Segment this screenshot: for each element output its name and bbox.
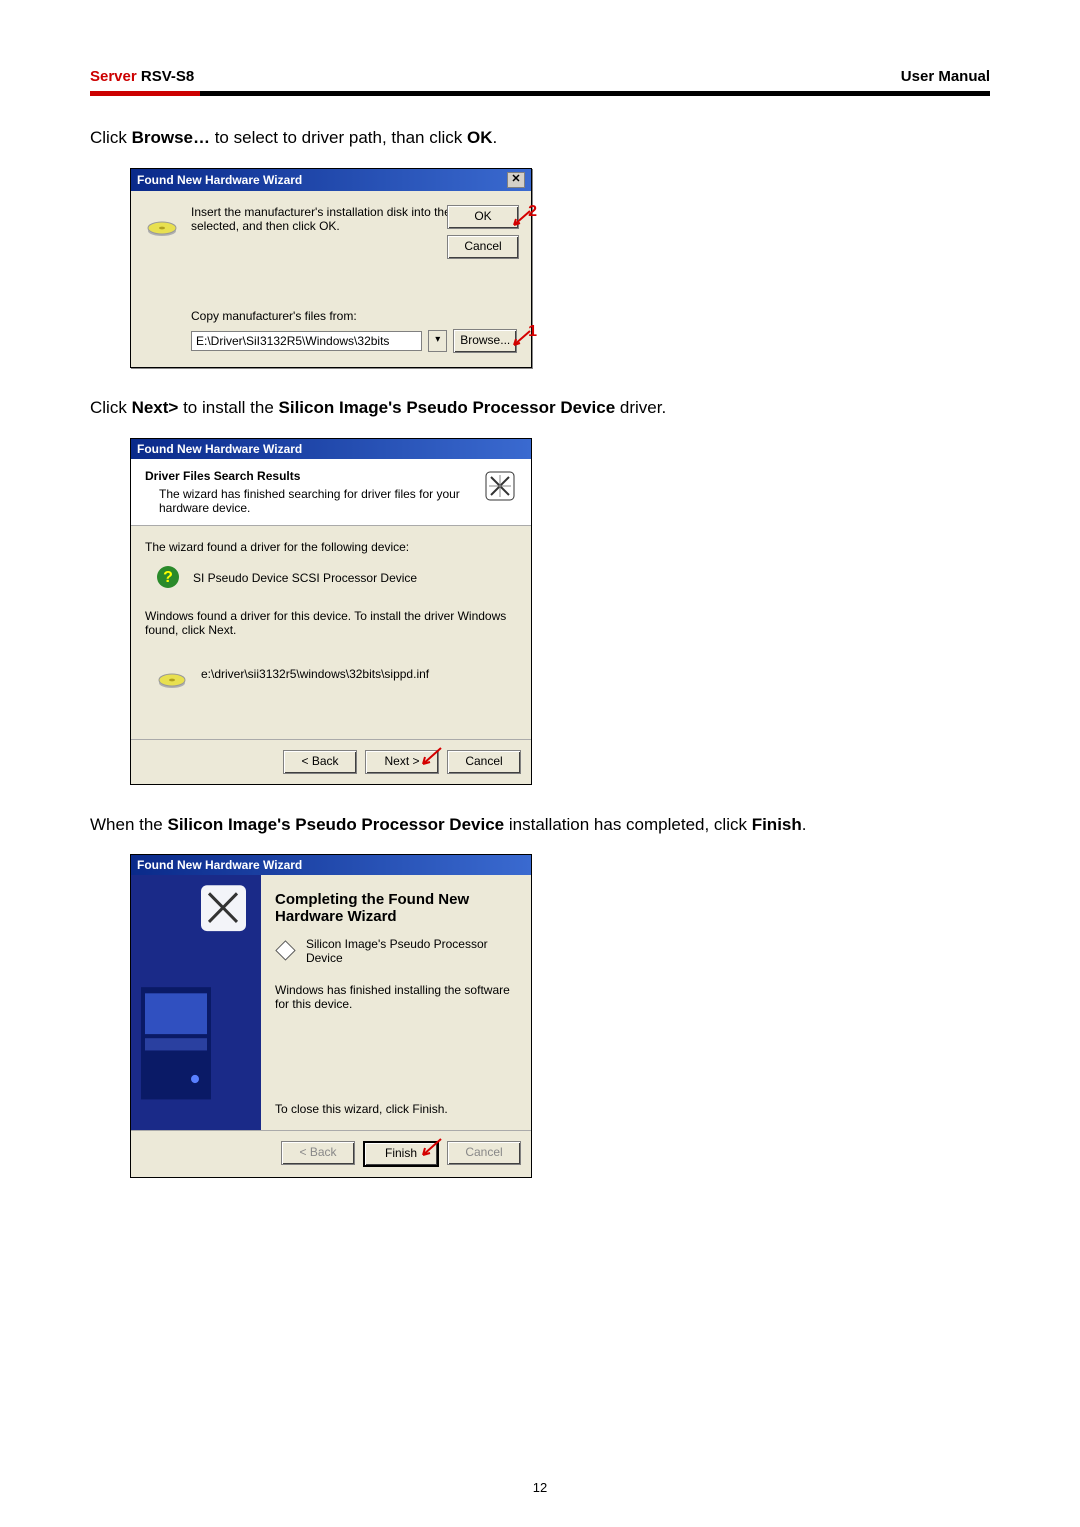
dialog3-content: Completing the Found New Hardware Wizard… <box>261 875 531 1130</box>
instr1-b2: OK <box>467 128 493 147</box>
header-left: Server RSV-S8 <box>90 68 194 85</box>
manual-page: Server RSV-S8 User Manual Click Browse… … <box>0 0 1080 1527</box>
instr2-b2: Silicon Image's Pseudo Processor Device <box>279 398 616 417</box>
dialog1-titlebar: Found New Hardware Wizard ✕ <box>131 169 531 191</box>
device-question-icon: ? <box>155 564 181 593</box>
browse-button[interactable]: Browse... <box>453 329 517 353</box>
dialog2-title: Found New Hardware Wizard <box>137 442 302 456</box>
dropdown-button[interactable]: ▾ <box>428 330 447 352</box>
instr3-b2: Finish <box>752 815 802 834</box>
results-subtitle: The wizard has finished searching for dr… <box>159 487 483 515</box>
page-number: 12 <box>0 1480 1080 1495</box>
back-button[interactable]: < Back <box>283 750 357 774</box>
device-name: SI Pseudo Device SCSI Processor Device <box>193 571 417 585</box>
instr1-post: . <box>493 128 498 147</box>
header-right: User Manual <box>901 68 990 85</box>
cancel-button[interactable]: Cancel <box>447 750 521 774</box>
wizard-icon <box>483 469 517 503</box>
instr2-post: driver. <box>615 398 666 417</box>
dialog2-subheader: Driver Files Search Results The wizard h… <box>131 459 531 526</box>
dialog1-body: Insert the manufacturer's installation d… <box>131 191 531 367</box>
found-label: The wizard found a driver for the follow… <box>145 540 517 554</box>
close-instruction: To close this wizard, click Finish. <box>275 1102 448 1116</box>
dialog-completing-wizard: Found New Hardware Wizard Completing the… <box>130 854 532 1178</box>
next-button[interactable]: Next > <box>365 750 439 774</box>
ok-button[interactable]: OK <box>447 205 519 229</box>
instr1-b1: Browse… <box>132 128 210 147</box>
found-driver-msg: Windows found a driver for this device. … <box>145 609 517 637</box>
dialog-driver-results: Found New Hardware Wizard Driver Files S… <box>130 438 532 785</box>
dialog3-title: Found New Hardware Wizard <box>137 858 302 872</box>
instruction-2: Click Next> to install the Silicon Image… <box>90 396 990 420</box>
dialog-insert-disk: Found New Hardware Wizard ✕ Insert the m… <box>130 168 532 368</box>
dialog1-title: Found New Hardware Wizard <box>137 173 302 187</box>
done-msg: Windows has finished installing the soft… <box>275 983 517 1011</box>
instr2-b1: Next> <box>132 398 179 417</box>
disc-icon <box>155 657 189 691</box>
instr2-mid: to install the <box>178 398 278 417</box>
instruction-3: When the Silicon Image's Pseudo Processo… <box>90 813 990 837</box>
dialog2-content: The wizard found a driver for the follow… <box>131 526 531 739</box>
instr1-pre: Click <box>90 128 132 147</box>
inf-path: e:\driver\sii3132r5\windows\32bits\sippd… <box>201 667 429 681</box>
wizard-sidebar-art <box>131 875 261 1130</box>
instr3-mid: installation has completed, click <box>504 815 752 834</box>
copy-from-label: Copy manufacturer's files from: <box>191 309 517 323</box>
path-input[interactable] <box>191 331 422 351</box>
instr1-mid: to select to driver path, than click <box>210 128 467 147</box>
callout-2: 2 <box>528 203 537 221</box>
brand-prefix: Server <box>90 68 137 85</box>
brand-model: RSV-S8 <box>137 68 195 85</box>
header-rule <box>90 91 990 96</box>
device-name: Silicon Image's Pseudo Processor Device <box>306 937 517 965</box>
device-diamond-icon <box>275 940 296 962</box>
callout-1: 1 <box>528 323 537 341</box>
close-icon[interactable]: ✕ <box>507 172 525 188</box>
finish-button[interactable]: Finish <box>363 1141 439 1167</box>
results-title: Driver Files Search Results <box>145 469 483 483</box>
dialog2-buttons: < Back Next > Cancel <box>131 739 531 784</box>
cancel-button[interactable]: Cancel <box>447 235 519 259</box>
instr3-post: . <box>802 815 807 834</box>
dialog3-titlebar: Found New Hardware Wizard <box>131 855 531 875</box>
instr3-b1: Silicon Image's Pseudo Processor Device <box>168 815 505 834</box>
instr3-pre: When the <box>90 815 168 834</box>
disc-icon <box>145 205 179 239</box>
instr2-pre: Click <box>90 398 132 417</box>
dialog2-titlebar: Found New Hardware Wizard <box>131 439 531 459</box>
completing-heading: Completing the Found New Hardware Wizard <box>275 891 517 925</box>
cancel-button: Cancel <box>447 1141 521 1165</box>
page-header: Server RSV-S8 User Manual <box>90 68 990 91</box>
back-button: < Back <box>281 1141 355 1165</box>
dialog3-buttons: < Back Finish Cancel <box>131 1130 531 1177</box>
svg-text:?: ? <box>163 569 173 586</box>
instruction-1: Click Browse… to select to driver path, … <box>90 126 990 150</box>
